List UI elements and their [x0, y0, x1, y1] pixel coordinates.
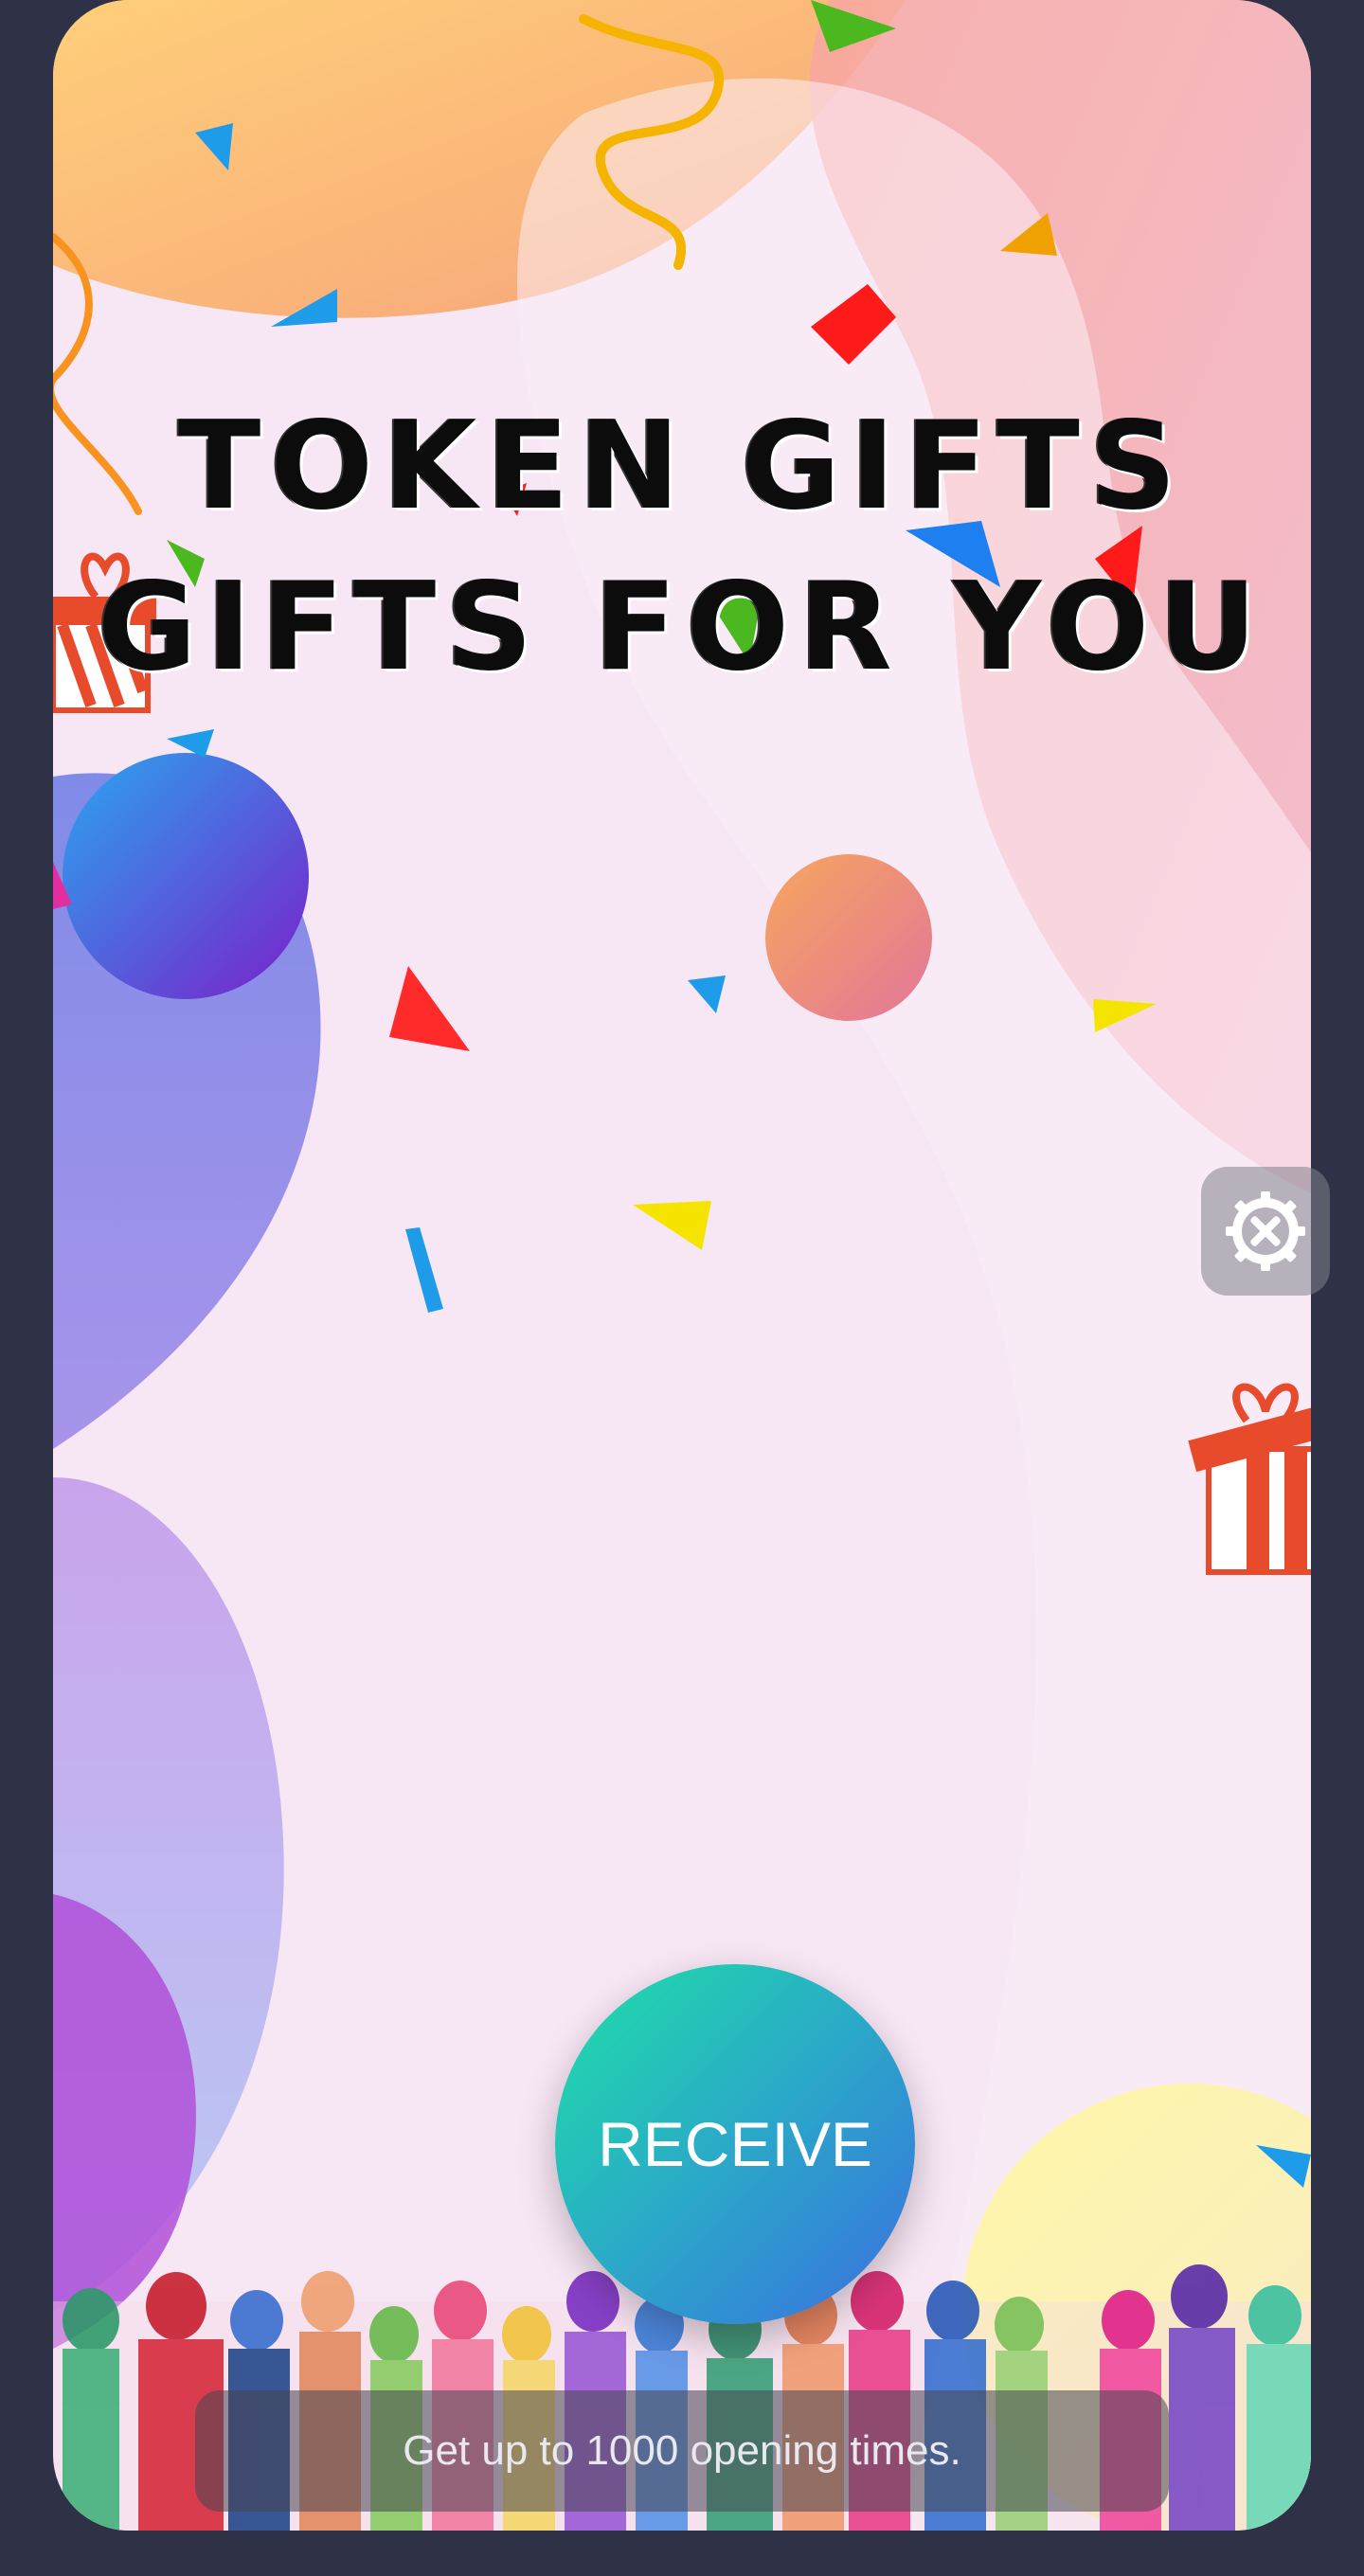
gift-screen: TOKEN GIFTS GIFTS FOR YOU RECEIVE Get up…	[53, 0, 1311, 2531]
page-title-line1: TOKEN GIFTS	[177, 396, 1187, 537]
confetti-piece	[389, 966, 470, 1051]
receive-button-label: RECEIVE	[598, 2109, 872, 2179]
page-title-line2: GIFTS FOR YOU	[97, 557, 1267, 698]
orange-ball	[765, 854, 932, 1021]
settings-button[interactable]	[1201, 1167, 1330, 1296]
confetti-piece	[688, 975, 726, 1013]
settings-tools-icon	[1226, 1191, 1305, 1271]
blue-ball	[63, 753, 309, 999]
info-text: Get up to 1000 opening times.	[403, 2427, 961, 2474]
info-banner: Get up to 1000 opening times.	[195, 2390, 1169, 2512]
confetti-piece	[633, 1201, 711, 1250]
confetti-piece	[405, 1227, 443, 1313]
receive-button[interactable]: RECEIVE	[555, 1964, 915, 2324]
